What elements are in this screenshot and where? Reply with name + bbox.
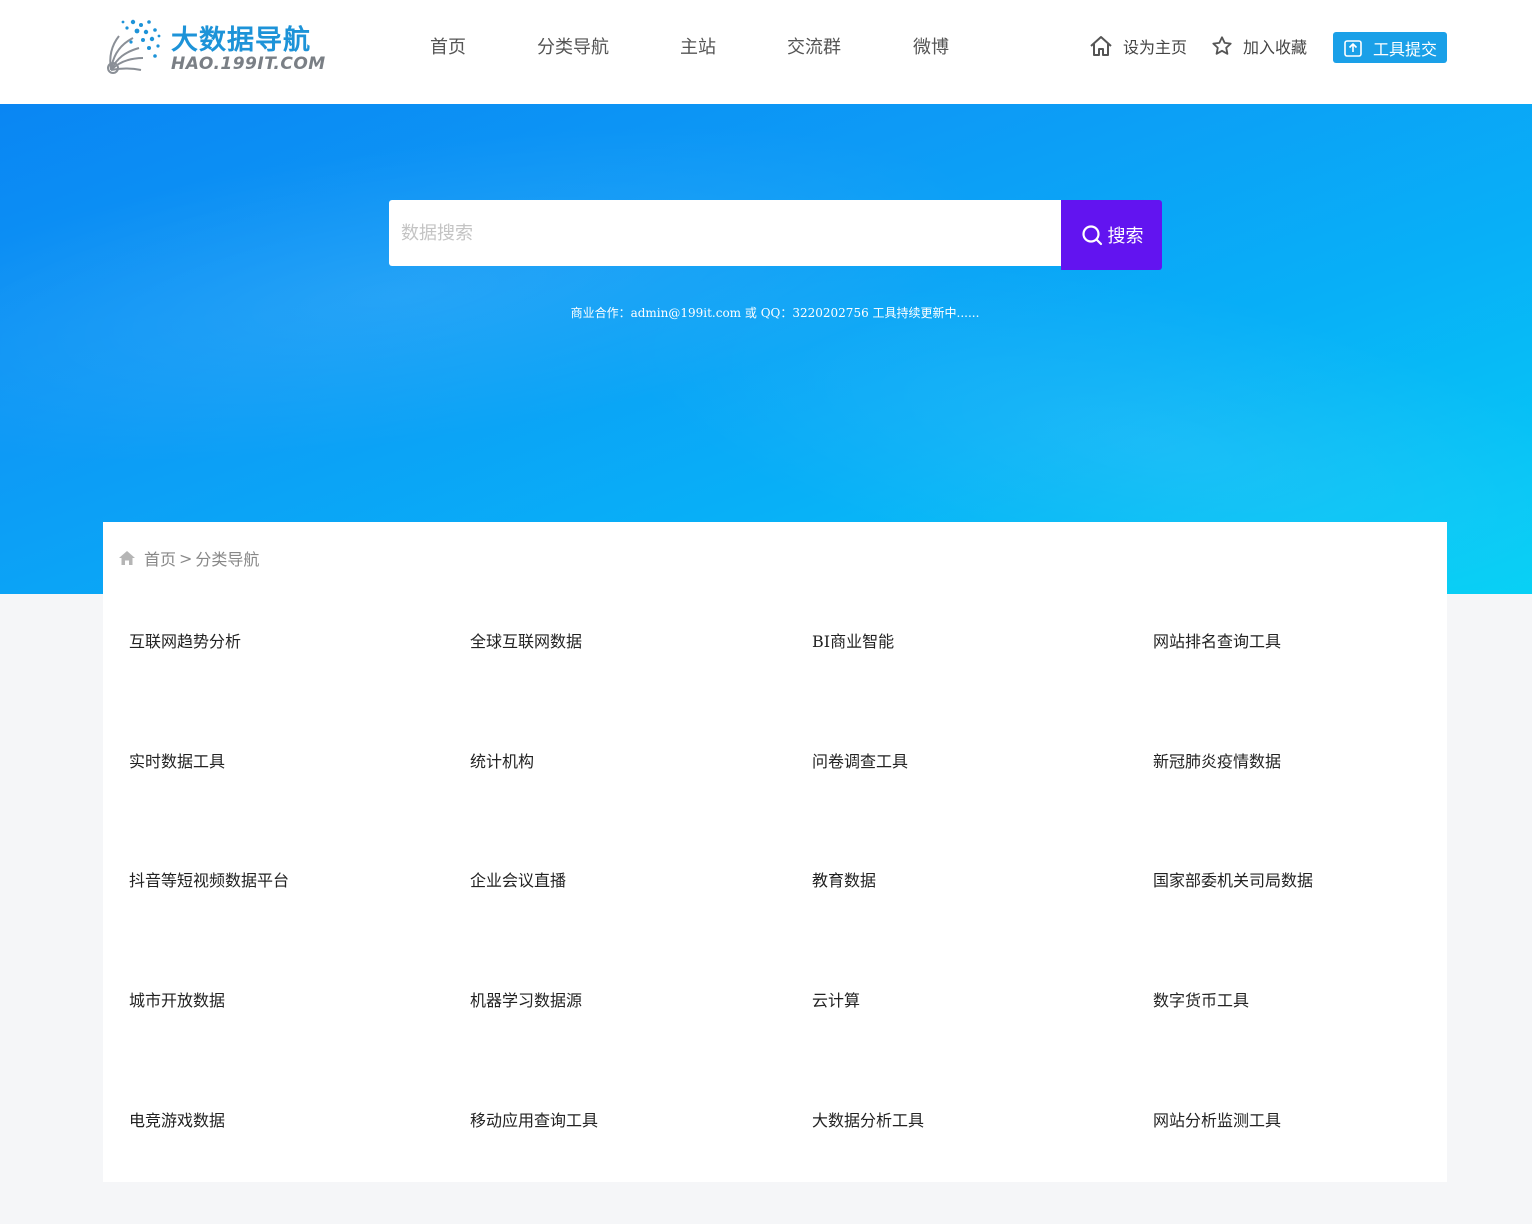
category-link[interactable]: 互联网趋势分析 [129,626,470,658]
category-link[interactable]: 电竞游戏数据 [129,1105,470,1137]
category-link[interactable]: 统计机构 [470,746,812,778]
category-panel: 首页 > 分类导航 互联网趋势分析 全球互联网数据 BI商业智能 网站排名查询工… [103,522,1447,1182]
add-favorite-label: 加入收藏 [1243,38,1308,57]
category-link[interactable]: 云计算 [812,985,1153,1017]
upload-icon [1344,39,1362,57]
business-contact-note: 商业合作：admin@199it.com 或 QQ：3220202756 工具持… [570,306,980,320]
breadcrumb-current: 分类导航 [195,550,260,569]
home-icon [119,551,135,565]
category-link[interactable]: 网站排名查询工具 [1153,626,1429,658]
breadcrumb: 首页 > 分类导航 [118,546,259,570]
submit-tool-label: 工具提交 [1372,39,1437,59]
dandelion-logo-icon [107,19,161,74]
category-link[interactable]: 企业会议直播 [470,865,812,897]
nav-item-main-site[interactable]: 主站 [680,33,716,59]
set-homepage-label: 设为主页 [1123,38,1188,57]
category-link[interactable]: 教育数据 [812,865,1153,897]
search-input[interactable] [389,200,1061,266]
breadcrumb-separator: > [179,548,193,568]
submit-tool-button[interactable]: 工具提交 [1333,32,1447,63]
category-link[interactable]: 机器学习数据源 [470,985,812,1017]
category-link[interactable]: 移动应用查询工具 [470,1105,812,1137]
nav-item-weibo[interactable]: 微博 [913,33,949,59]
add-favorite-link[interactable]: 加入收藏 [1211,34,1307,58]
home-icon [1090,36,1112,56]
set-homepage-link[interactable]: 设为主页 [1089,34,1187,58]
category-link[interactable]: 城市开放数据 [129,985,470,1017]
category-link[interactable]: 问卷调查工具 [812,746,1153,778]
search-button-label: 搜索 [1107,226,1144,247]
breadcrumb-home-link[interactable]: 首页 [144,546,176,570]
logo-domain: HAO.199IT.COM [171,54,326,74]
search-button[interactable]: 搜索 [1061,200,1162,270]
nav-item-category[interactable]: 分类导航 [537,33,609,59]
hero-banner: 搜索 商业合作：admin@199it.com 或 QQ：3220202756 … [0,104,1532,594]
site-header: 大数据导航 HAO.199IT.COM 首页 分类导航 主站 交流群 微博 设为… [0,0,1532,104]
logo-title: 大数据导航 [171,25,311,56]
site-logo[interactable]: 大数据导航 HAO.199IT.COM [103,14,325,78]
category-link[interactable]: 大数据分析工具 [812,1105,1153,1137]
category-link[interactable]: BI商业智能 [812,626,1153,658]
category-link[interactable]: 全球互联网数据 [470,626,812,658]
category-link[interactable]: 国家部委机关司局数据 [1153,865,1429,897]
category-link[interactable]: 网站分析监测工具 [1153,1105,1429,1137]
category-link[interactable]: 实时数据工具 [129,746,470,778]
star-icon [1212,36,1232,55]
nav-item-chat-group[interactable]: 交流群 [787,33,841,59]
search-bar: 搜索 [389,200,1162,270]
search-icon [1081,225,1102,246]
category-link[interactable]: 数字货币工具 [1153,985,1429,1017]
category-link[interactable]: 新冠肺炎疫情数据 [1153,746,1429,778]
nav-item-home[interactable]: 首页 [430,33,466,59]
category-grid: 互联网趋势分析 全球互联网数据 BI商业智能 网站排名查询工具 实时数据工具 统… [129,626,1429,1224]
category-link[interactable]: 抖音等短视频数据平台 [129,865,470,897]
